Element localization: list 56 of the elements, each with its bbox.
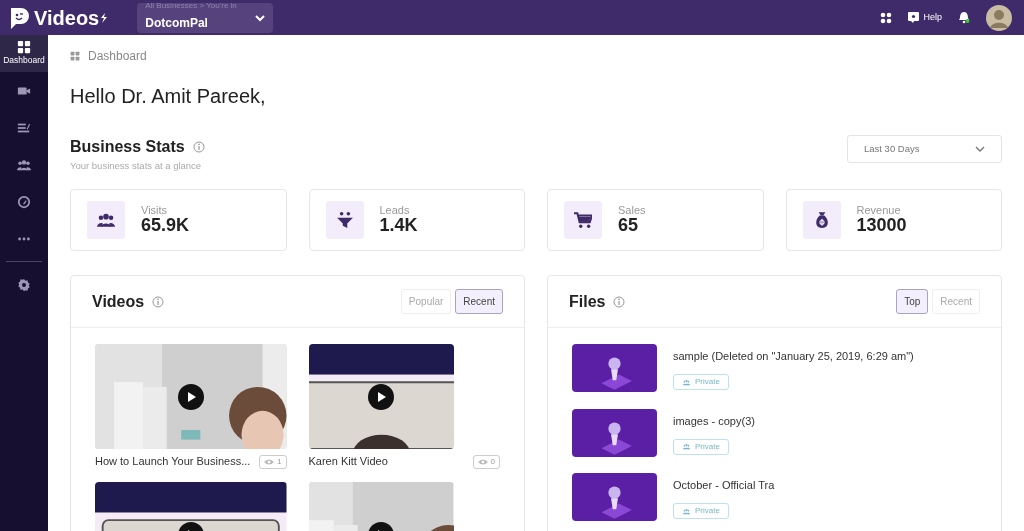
people-icon [682,378,691,386]
stat-value: 65.9K [141,216,190,237]
app-title: Videos [34,5,100,31]
stat-label: Revenue [856,204,902,217]
visibility-badge: Private [673,438,729,455]
file-name[interactable]: October - Official Tra [673,477,775,494]
avatar[interactable] [986,4,1012,31]
people-icon [682,507,691,515]
stat-value: 13000 [856,216,907,237]
chevron-down-icon [975,145,985,153]
funnel-icon [335,211,354,230]
stat-value: 1.4K [379,216,418,237]
bell-icon[interactable] [958,11,970,24]
video-title[interactable]: How to Launch Your Business... [95,453,251,470]
help-icon [908,12,920,23]
play-button[interactable] [368,384,394,411]
stat-value: 65 [618,216,640,237]
settings-icon [17,277,31,292]
tab[interactable]: Recent [455,289,503,315]
section-subtitle: Your business stats at a glance [70,159,203,173]
section-title: Business Stats [70,137,185,157]
gauge-icon [17,194,31,209]
view-count: 0 [472,454,500,469]
breadcrumb[interactable]: Dashboard [88,47,147,65]
people-icon [97,211,115,230]
info-icon [192,141,205,153]
video-title[interactable]: Karen Kitt Video [308,453,388,470]
file-name[interactable]: sample (Deleted on "January 25, 2019, 6:29 am") [673,348,914,365]
cart-icon [574,211,592,230]
help-link[interactable]: Help [908,10,942,25]
view-count: 1 [259,454,287,469]
tab[interactable]: Top [896,289,929,315]
stat-label: Sales [618,204,646,217]
file-name[interactable]: images - copy(3) [673,412,755,430]
info-icon [152,295,165,308]
greeting: Hello Dr. Amit Pareek, [70,84,267,109]
dashboard-icon [70,51,80,61]
stat-label: Visits [141,204,169,217]
visibility-badge: Private [673,503,729,520]
period-dropdown[interactable]: Last 30 Days [847,135,1002,163]
stat-label: Leads [379,204,411,217]
eye-icon [477,457,488,466]
eye-icon [264,457,275,466]
people-icon [682,443,691,451]
dashboard-icon [17,40,31,55]
people-icon [17,157,31,172]
logo-icon [8,5,30,30]
spark-icon [99,12,108,23]
panel-title: Videos [92,291,145,312]
sidebar-item[interactable]: Dashboard [0,35,48,72]
panel-title: Files [569,291,606,312]
apps-icon[interactable] [880,11,893,24]
info-icon [613,295,626,308]
visibility-badge: Private [673,374,729,391]
play-button[interactable] [177,384,204,411]
chevron-down-icon [255,13,266,22]
